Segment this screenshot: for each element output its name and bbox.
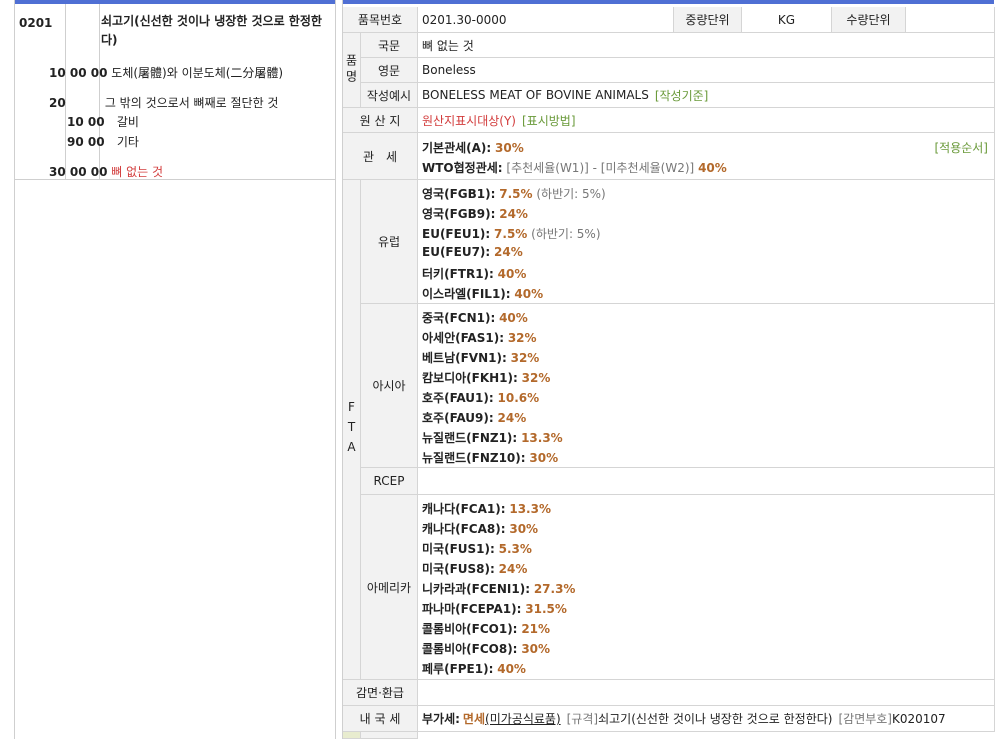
subheading-row-selected[interactable]: 30 00 00 뼈 없는 것 xyxy=(49,163,163,180)
tariff-label: 관 세 xyxy=(343,133,418,180)
fta-rate-row: 터키(FTR1): 40% xyxy=(422,267,527,281)
subheading-desc: 갈비 xyxy=(116,115,139,129)
hs-heading-block: 0201 쇠고기(신선한 것이나 냉장한 것으로 한정한다) 10 00 00 … xyxy=(15,4,335,180)
basic-tariff-line: 기본관세(A): 30% xyxy=(422,139,524,156)
fta-rate-row: 호주(FAU9): 24% xyxy=(422,411,527,425)
vat-category-link[interactable]: (미가공식료품) xyxy=(485,710,561,727)
fta-group-rcep: RCEP xyxy=(361,468,418,495)
reduction-refund-value xyxy=(418,680,995,706)
apply-order-link[interactable]: [적용순서] xyxy=(934,139,988,156)
subheading-code: 10 00 00 xyxy=(49,66,108,80)
fta-rate-row: EU(FEU1): 7.5% (하반기: 5%) xyxy=(422,227,601,241)
reduction-code-label: [감면부호] xyxy=(838,712,892,726)
fta-rate-row: 이스라엘(FIL1): 40% xyxy=(422,287,544,301)
subheading-code: 10 00 xyxy=(67,115,105,129)
fta-rate-row: 캐나다(FCA1): 13.3% xyxy=(422,502,551,516)
fta-americas-rates: 캐나다(FCA1): 13.3% 캐나다(FCA8): 30% 미국(FUS1)… xyxy=(418,495,995,680)
example-text: BONELESS MEAT OF BOVINE ANIMALS xyxy=(422,88,649,102)
next-row-label xyxy=(361,732,418,739)
next-row-marker xyxy=(343,732,361,739)
reduction-refund-label: 감면·환급 xyxy=(343,680,418,706)
fta-rate-row: 뉴질랜드(FNZ10): 30% xyxy=(422,451,559,465)
fta-rate-row: 캐나다(FCA8): 30% xyxy=(422,522,539,536)
fta-rate-row: 미국(FUS1): 5.3% xyxy=(422,542,532,556)
fta-group-americas: 아메리카 xyxy=(361,495,418,680)
subheading-row[interactable]: 90 00 기타 xyxy=(67,133,139,150)
subheading-code: 20 xyxy=(49,96,66,110)
origin-value: 원산지표시대상(Y) [표시방법] xyxy=(418,108,995,133)
fta-europe-rates: 영국(FGB1): 7.5% (하반기: 5%) 영국(FGB9): 24% E… xyxy=(418,180,995,304)
writing-standard-link[interactable]: [작성기준] xyxy=(655,87,709,104)
korean-name-value: 뼈 없는 것 xyxy=(418,33,995,58)
heading-code[interactable]: 0201 xyxy=(19,16,52,30)
korean-name-label: 국문 xyxy=(361,33,418,58)
fta-rate-row: 영국(FGB1): 7.5% (하반기: 5%) xyxy=(422,187,606,201)
subheading-row[interactable]: 10 00 갈비 xyxy=(67,113,139,130)
subheading-desc: 그 밖의 것으로서 뼈째로 절단한 것 xyxy=(104,96,279,110)
heading-description[interactable]: 쇠고기(신선한 것이나 냉장한 것으로 한정한다) xyxy=(101,12,333,50)
fta-label: FTA xyxy=(343,180,361,680)
reduction-code-value: K020107 xyxy=(892,711,946,726)
weight-unit-value: KG xyxy=(742,7,832,33)
fta-rate-row: 콜롬비아(FCO1): 21% xyxy=(422,622,551,636)
item-number-label: 품목번호 xyxy=(343,7,418,33)
item-number-value: 0201.30-0000 xyxy=(418,7,674,33)
fta-rate-row: 페루(FPE1): 40% xyxy=(422,662,526,676)
fta-rate-row: 니카라과(FCENI1): 27.3% xyxy=(422,582,576,596)
product-name-group-label: 품명 xyxy=(343,33,361,108)
hs-tree-panel: 0201 쇠고기(신선한 것이나 냉장한 것으로 한정한다) 10 00 00 … xyxy=(14,0,336,739)
marking-method-link[interactable]: [표시방법] xyxy=(522,112,576,129)
fta-rate-row: 호주(FAU1): 10.6% xyxy=(422,391,540,405)
vat-label: 부가세: xyxy=(422,712,460,726)
subheading-code: 30 00 00 xyxy=(49,165,108,179)
subheading-desc: 기타 xyxy=(116,135,139,149)
subheading-desc: 도체(屠體)와 이분도체(二分屠體) xyxy=(111,66,284,80)
fta-rate-row: 중국(FCN1): 40% xyxy=(422,311,528,325)
spec-value: 쇠고기(신선한 것이나 냉장한 것으로 한정한다) xyxy=(598,712,833,726)
vat-value: 면세 xyxy=(462,712,486,726)
fta-rate-row: 캄보디아(FKH1): 32% xyxy=(422,371,551,385)
fta-rate-row: 미국(FUS8): 24% xyxy=(422,562,528,576)
wto-tariff-line: WTO협정관세: [추천세율(W1)] - [미추천세율(W2)] 40% xyxy=(422,159,727,176)
subheading-row[interactable]: 10 00 00 도체(屠體)와 이분도체(二分屠體) xyxy=(49,64,283,81)
wto-rate: 40% xyxy=(698,161,727,175)
fta-rcep-rates xyxy=(418,468,995,495)
wto-tariff-label: WTO협정관세: xyxy=(422,161,503,175)
wto-unrecommended-rate[interactable]: [미추천세율(W2)] xyxy=(601,161,694,175)
fta-rate-row: 뉴질랜드(FNZ1): 13.3% xyxy=(422,431,563,445)
fta-rate-row: 아세안(FAS1): 32% xyxy=(422,331,537,345)
origin-label: 원 산 지 xyxy=(343,108,418,133)
english-name-value: Boneless xyxy=(418,58,995,83)
english-name-label: 영문 xyxy=(361,58,418,83)
quantity-unit-value xyxy=(906,7,995,33)
fta-rate-row: 베트남(FVN1): 32% xyxy=(422,351,540,365)
subheading-row[interactable]: 20 그 밖의 것으로서 뼈째로 절단한 것 xyxy=(49,94,278,111)
weight-unit-label: 중량단위 xyxy=(674,7,742,33)
wto-recommended-rate[interactable]: [추천세율(W1)] - xyxy=(506,161,597,175)
fta-rate-row: EU(FEU7): 24% xyxy=(422,245,523,259)
origin-mark-target[interactable]: 원산지표시대상(Y) xyxy=(422,112,516,129)
example-value: BONELESS MEAT OF BOVINE ANIMALS [작성기준] xyxy=(418,83,995,108)
subheading-code: 90 00 xyxy=(67,135,105,149)
basic-tariff-rate: 30% xyxy=(495,141,524,155)
fta-rate-row: 콜롬비아(FCO8): 30% xyxy=(422,642,551,656)
item-detail-panel: 품목번호 0201.30-0000 중량단위 KG 수량단위 품명 국문 뼈 없… xyxy=(342,0,995,739)
example-label: 작성예시 xyxy=(361,83,418,108)
subheading-desc: 뼈 없는 것 xyxy=(111,165,164,179)
fta-rate-row: 영국(FGB9): 24% xyxy=(422,207,528,221)
fta-rate-row: 파나마(FCEPA1): 31.5% xyxy=(422,602,567,616)
tariff-value: 기본관세(A): 30% [적용순서] WTO협정관세: [추천세율(W1)] … xyxy=(418,133,995,180)
domestic-tax-value: 부가세: 면세 (미가공식료품) [규격] 쇠고기(신선한 것이나 냉장한 것으로… xyxy=(418,706,995,732)
domestic-tax-label: 내 국 세 xyxy=(343,706,418,732)
fta-group-asia: 아시아 xyxy=(361,304,418,468)
spec-label: [규격] xyxy=(566,712,599,726)
fta-asia-rates: 중국(FCN1): 40% 아세안(FAS1): 32% 베트남(FVN1): … xyxy=(418,304,995,468)
fta-group-europe: 유럽 xyxy=(361,180,418,304)
quantity-unit-label: 수량단위 xyxy=(832,7,906,33)
basic-tariff-label: 기본관세(A): xyxy=(422,141,492,155)
right-panel-header-bar xyxy=(343,0,994,4)
